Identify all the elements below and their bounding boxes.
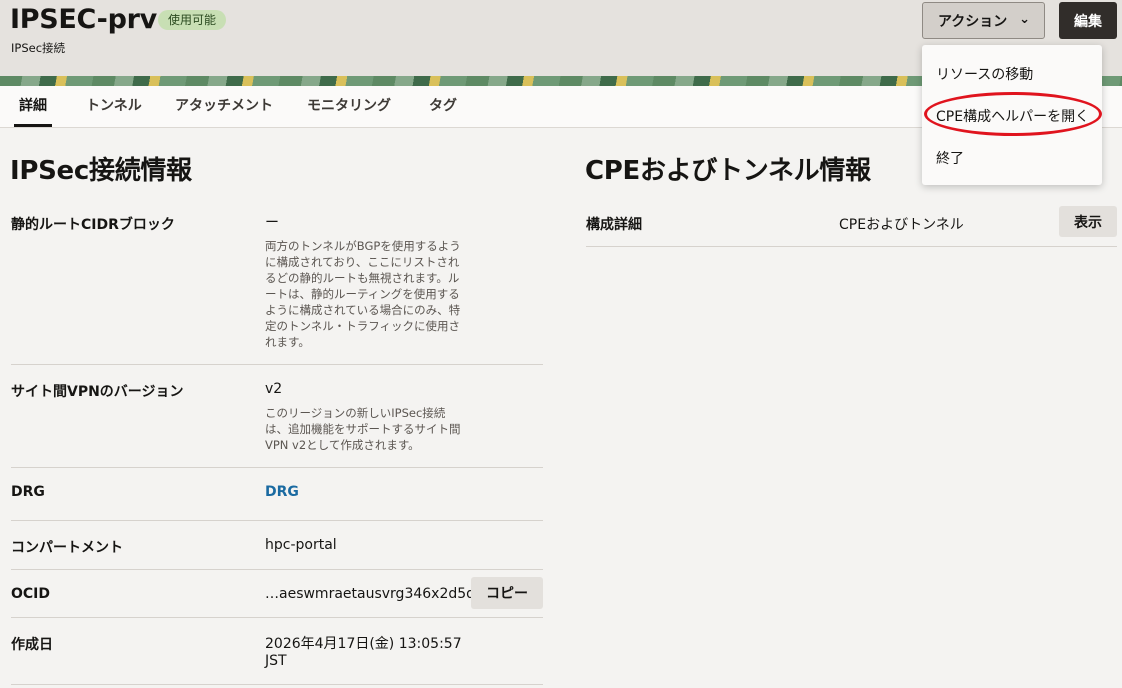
row-divider	[11, 364, 543, 365]
vpn-version-label: サイト間VPNのバージョン	[11, 384, 184, 400]
actions-button-label: アクション	[938, 13, 1008, 30]
tab-tags[interactable]: タグ	[429, 86, 457, 127]
drg-label: DRG	[11, 484, 45, 500]
page-title: IPSEC-prv	[10, 4, 157, 35]
menu-item-terminate[interactable]: 終了	[936, 148, 964, 168]
tab-details[interactable]: 詳細	[14, 86, 52, 127]
static-route-value: ー	[265, 215, 279, 231]
vpn-version-value: v2	[265, 381, 283, 397]
static-route-help: 両方のトンネルがBGPを使用するように構成されており、ここにリストされるどの静的…	[265, 239, 461, 349]
config-details-value: CPEおよびトンネル	[839, 217, 964, 233]
actions-button[interactable]: アクション ⌄	[922, 2, 1045, 39]
compartment-label: コンパートメント	[11, 540, 123, 556]
row-divider	[11, 617, 543, 618]
actions-dropdown-menu: リソースの移動 CPE構成ヘルパーを開く 終了	[922, 45, 1102, 185]
show-button[interactable]: 表示	[1059, 206, 1117, 237]
ocid-label: OCID	[11, 586, 51, 602]
status-badge: 使用可能	[158, 10, 227, 30]
created-value-line2: JST	[265, 653, 287, 669]
row-divider	[586, 246, 1117, 247]
row-divider	[11, 467, 543, 468]
created-value-line1: 2026年4月17日(金) 13:05:57	[265, 636, 462, 652]
created-label: 作成日	[11, 637, 53, 653]
edit-button[interactable]: 編集	[1059, 2, 1117, 39]
ocid-value: …aeswmraetausvrg346x2d5q	[265, 586, 476, 602]
compartment-value: hpc-portal	[265, 537, 337, 553]
page-subtitle: IPSec接続	[11, 41, 66, 55]
config-details-label: 構成詳細	[586, 217, 642, 233]
tab-attachments[interactable]: アタッチメント	[175, 86, 273, 127]
row-divider	[11, 684, 543, 685]
menu-item-move-resource[interactable]: リソースの移動	[936, 64, 1033, 84]
chevron-down-icon: ⌄	[1019, 12, 1030, 27]
static-route-label: 静的ルートCIDRブロック	[11, 217, 175, 233]
drg-link[interactable]: DRG	[265, 484, 299, 500]
ipsec-info-heading: IPSec接続情報	[10, 156, 192, 186]
cpe-tunnel-heading: CPEおよびトンネル情報	[585, 156, 871, 186]
row-divider	[11, 520, 543, 521]
menu-item-open-cpe-helper[interactable]: CPE構成ヘルパーを開く	[936, 106, 1089, 126]
row-divider	[11, 569, 543, 570]
tab-tunnels[interactable]: トンネル	[86, 86, 142, 127]
tab-monitoring[interactable]: モニタリング	[307, 86, 391, 127]
copy-ocid-button[interactable]: コピー	[471, 577, 543, 609]
vpn-version-help: このリージョンの新しいIPSec接続は、追加機能をサポートするサイト間VPN v…	[265, 406, 461, 452]
